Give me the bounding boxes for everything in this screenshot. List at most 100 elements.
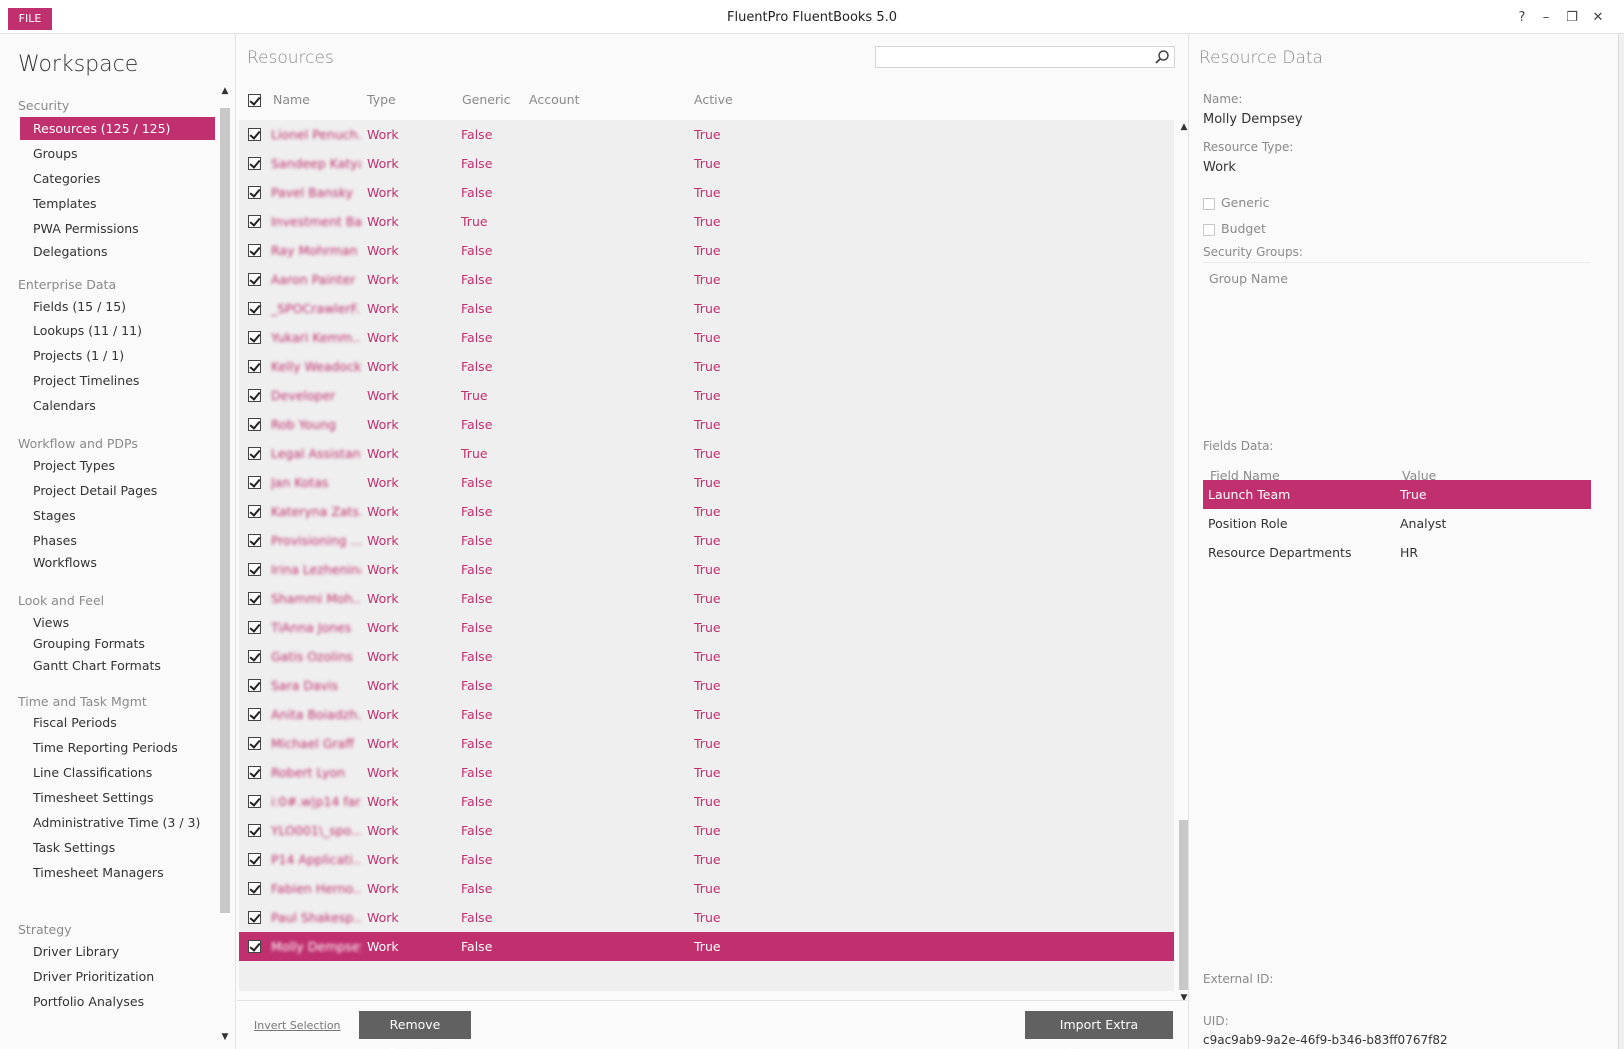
column-header-generic[interactable]: Generic — [462, 80, 510, 120]
table-row[interactable]: Robert Lyon Work False True — [239, 758, 1174, 787]
row-checkbox[interactable] — [248, 186, 261, 199]
sidebar-item[interactable]: Portfolio Analyses — [20, 990, 215, 1013]
sidebar-item[interactable]: Project Types — [20, 454, 215, 477]
invert-selection-link[interactable]: Invert Selection — [254, 1019, 341, 1032]
search-icon[interactable] — [1154, 49, 1170, 65]
restore-icon[interactable]: ❐ — [1561, 8, 1583, 28]
sidebar-item[interactable]: Administrative Time (3 / 3) — [20, 811, 215, 834]
table-row[interactable]: Molly Dempsey Work False True — [239, 932, 1174, 961]
sidebar-item[interactable]: Projects (1 / 1) — [20, 344, 215, 367]
row-checkbox[interactable] — [248, 824, 261, 837]
field-row[interactable]: Position Role Analyst — [1203, 509, 1591, 538]
sidebar-item[interactable]: Project Detail Pages — [20, 479, 215, 502]
row-checkbox[interactable] — [248, 128, 261, 141]
import-extra-resources-button[interactable]: Import Extra Resources — [1025, 1011, 1173, 1049]
sidebar-item[interactable]: Templates — [20, 192, 215, 215]
row-checkbox[interactable] — [248, 853, 261, 866]
scroll-up-icon[interactable]: ▲ — [218, 84, 232, 98]
sidebar-item[interactable]: Grouping Formats — [20, 632, 215, 655]
table-row[interactable]: Provisioning ... Work False True — [239, 526, 1174, 555]
row-checkbox[interactable] — [248, 563, 261, 576]
table-row[interactable]: Irina Lezhenina Work False True — [239, 555, 1174, 584]
sidebar-item[interactable]: Time Reporting Periods — [20, 736, 215, 759]
group-name-column-header[interactable]: Group Name — [1209, 271, 1288, 286]
table-row[interactable]: Paul Shakesp... Work False True — [239, 903, 1174, 932]
table-row[interactable]: Yukari Kemm... Work False True — [239, 323, 1174, 352]
row-checkbox[interactable] — [248, 940, 261, 953]
row-checkbox[interactable] — [248, 882, 261, 895]
row-checkbox[interactable] — [248, 360, 261, 373]
row-checkbox[interactable] — [248, 331, 261, 344]
sidebar-item[interactable]: Gantt Chart Formats — [20, 654, 215, 677]
row-checkbox[interactable] — [248, 273, 261, 286]
table-row[interactable]: Kateryna Zats... Work False True — [239, 497, 1174, 526]
row-checkbox[interactable] — [248, 679, 261, 692]
scroll-down-icon[interactable]: ▼ — [218, 1030, 232, 1044]
table-row[interactable]: Ray Mohrman Work False True — [239, 236, 1174, 265]
table-row[interactable]: Kelly Weadock Work False True — [239, 352, 1174, 381]
row-checkbox[interactable] — [248, 505, 261, 518]
search-input[interactable] — [880, 49, 1140, 65]
table-row[interactable]: P14 Applicati... Work False True — [239, 845, 1174, 874]
sidebar-scroll-thumb[interactable] — [220, 108, 230, 913]
field-row[interactable]: Resource Departments HR — [1203, 538, 1591, 567]
sidebar-item[interactable]: Views — [20, 611, 215, 634]
sidebar-item[interactable]: Lookups (11 / 11) — [20, 319, 215, 342]
table-row[interactable]: Jan Kotas Work False True — [239, 468, 1174, 497]
sidebar-item[interactable]: Driver Prioritization — [20, 965, 215, 988]
table-row[interactable]: Aaron Painter Work False True — [239, 265, 1174, 294]
table-row[interactable]: Developer Work True True — [239, 381, 1174, 410]
column-header-account[interactable]: Account — [529, 80, 579, 120]
row-checkbox[interactable] — [248, 215, 261, 228]
sidebar-item[interactable]: Calendars — [20, 394, 215, 417]
table-row[interactable]: Michael Graff Work False True — [239, 729, 1174, 758]
sidebar-item[interactable]: Project Timelines — [20, 369, 215, 392]
row-checkbox[interactable] — [248, 737, 261, 750]
row-checkbox[interactable] — [248, 157, 261, 170]
row-checkbox[interactable] — [248, 766, 261, 779]
sidebar-item[interactable]: Timesheet Managers — [20, 861, 215, 884]
table-row[interactable]: Sara Davis Work False True — [239, 671, 1174, 700]
sidebar-item[interactable]: Line Classifications — [20, 761, 215, 784]
table-row[interactable]: Legal Assistant Work True True — [239, 439, 1174, 468]
table-row[interactable]: Shammi Moh... Work False True — [239, 584, 1174, 613]
sidebar-item[interactable]: Groups — [20, 142, 215, 165]
budget-checkbox[interactable] — [1203, 224, 1215, 236]
table-row[interactable]: Fabien Herno... Work False True — [239, 874, 1174, 903]
table-row[interactable]: i:0#.w|p14 far... Work False True — [239, 787, 1174, 816]
row-checkbox[interactable] — [248, 534, 261, 547]
row-checkbox[interactable] — [248, 447, 261, 460]
table-row[interactable]: Lionel Penuch... Work False True — [239, 120, 1174, 149]
sidebar-item[interactable]: Phases — [20, 529, 215, 552]
row-checkbox[interactable] — [248, 592, 261, 605]
row-checkbox[interactable] — [248, 911, 261, 924]
row-checkbox[interactable] — [248, 244, 261, 257]
sidebar-item[interactable]: Timesheet Settings — [20, 786, 215, 809]
row-checkbox[interactable] — [248, 476, 261, 489]
table-row[interactable]: Sandeep Katyal Work False True — [239, 149, 1174, 178]
select-all-checkbox[interactable] — [248, 94, 261, 107]
sidebar-item[interactable]: Resources (125 / 125) — [20, 117, 215, 140]
sidebar-item[interactable]: Fields (15 / 15) — [20, 295, 215, 318]
row-checkbox[interactable] — [248, 389, 261, 402]
sidebar-item[interactable]: Task Settings — [20, 836, 215, 859]
table-row[interactable]: YLO001\_spo... Work False True — [239, 816, 1174, 845]
column-header-type[interactable]: Type — [367, 80, 396, 120]
table-row[interactable]: Anita Boiadzh... Work False True — [239, 700, 1174, 729]
table-row[interactable]: Pavel Bansky Work False True — [239, 178, 1174, 207]
help-icon[interactable]: ? — [1511, 8, 1533, 28]
sidebar-item[interactable]: Stages — [20, 504, 215, 527]
table-row[interactable]: TiAnna Jones Work False True — [239, 613, 1174, 642]
remove-selected-button[interactable]: Remove Selected — [359, 1011, 471, 1049]
column-header-name[interactable]: Name — [273, 80, 310, 120]
table-row[interactable]: Gatis Ozolins Work False True — [239, 642, 1174, 671]
table-row[interactable]: Investment Ba... Work True True — [239, 207, 1174, 236]
row-checkbox[interactable] — [248, 708, 261, 721]
sidebar-scrollbar[interactable]: ▲ ▼ — [218, 84, 232, 1044]
row-checkbox[interactable] — [248, 650, 261, 663]
sidebar-item[interactable]: Fiscal Periods — [20, 711, 215, 734]
sidebar-item[interactable]: Delegations — [20, 240, 215, 263]
sidebar-item[interactable]: Workflows — [20, 551, 215, 574]
sidebar-item[interactable]: Driver Library — [20, 940, 215, 963]
sidebar-item[interactable]: Categories — [20, 167, 215, 190]
